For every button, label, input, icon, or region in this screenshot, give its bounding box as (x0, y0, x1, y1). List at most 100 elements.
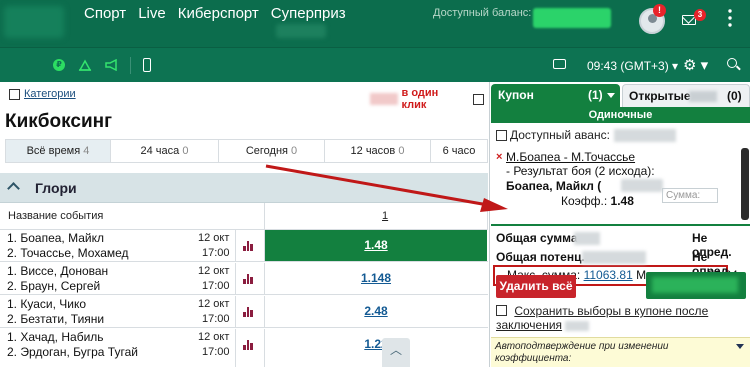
total-potential-label: Общая потенц. (496, 250, 585, 264)
scrollbar[interactable] (741, 148, 749, 220)
total-potential-blurred (582, 251, 646, 264)
save-selections-label-2: заключения (496, 318, 563, 332)
advance-checkbox[interactable] (496, 129, 507, 141)
caret-down-icon[interactable] (736, 344, 744, 349)
events-panel: Категории в один клик Кикбоксинг Всё вре… (0, 82, 488, 367)
page-title: Кикбоксинг (5, 111, 113, 132)
fighter-1[interactable]: 1. Виссе, Донован (7, 264, 108, 278)
event-time: 17:00 (202, 346, 230, 358)
stats-icon[interactable] (243, 340, 253, 350)
tab-open-bets[interactable]: Открытые (0) (622, 84, 750, 107)
fighter-1[interactable]: 1. Хачад, Набиль (7, 330, 104, 344)
oneclick-toggle[interactable]: в один клик (370, 87, 488, 111)
col-divider (235, 263, 236, 295)
main-nav: Спорт Live Киберспорт Суперприз (84, 5, 358, 22)
fighter-2[interactable]: 2. Эрдоган, Бугра Тугай (7, 345, 138, 359)
tab-coupon-label: Купон (498, 88, 534, 102)
nav-superprize[interactable]: Суперприз (271, 5, 346, 22)
mobile-icon[interactable] (143, 58, 151, 72)
stats-icon[interactable] (243, 241, 253, 251)
fighter-2[interactable]: 2. Безтати, Тияни (7, 312, 104, 326)
singles-header[interactable]: Одиночные (491, 107, 750, 123)
chat-icon[interactable] (553, 59, 566, 69)
categories-checkbox[interactable] (9, 88, 20, 100)
broadcast-icon[interactable] (78, 59, 92, 71)
event-time: 17:00 (202, 247, 230, 259)
remove-bet-icon[interactable]: × (496, 151, 502, 163)
tab-today[interactable]: Сегодня 0 (219, 140, 325, 162)
total-sum-blurred (574, 232, 600, 245)
stake-input[interactable]: Сумма: (662, 188, 718, 203)
tab-open-label: Открытые (629, 89, 691, 103)
nav-esports[interactable]: Киберспорт (178, 5, 259, 22)
coupon-tabs: Купон (1) Открытые (0) (490, 82, 750, 107)
tab-6h[interactable]: 6 часо (431, 140, 487, 162)
tab-open-blurred (689, 91, 717, 102)
chevron-up-icon[interactable] (7, 182, 20, 195)
gear-icon[interactable]: ⚙ ▾ (683, 56, 708, 74)
stats-icon[interactable] (243, 274, 253, 284)
tab-24h[interactable]: 24 часа 0 (111, 140, 219, 162)
stats-icon[interactable] (243, 307, 253, 317)
bet-match[interactable]: М.Боапеа - М.Точассье (506, 150, 635, 164)
max-stake-link[interactable]: 11063.81 (584, 268, 633, 282)
divider (491, 224, 750, 226)
bet-selection: Боапеа, Майкл ( (506, 179, 602, 193)
col-divider (235, 296, 236, 328)
total-sum-label: Общая сумма (496, 231, 578, 245)
place-bet-button[interactable] (646, 272, 746, 299)
col-divider (235, 230, 236, 262)
search-icon[interactable] (727, 58, 737, 68)
col-divider (487, 203, 488, 230)
save-blurred (565, 320, 590, 331)
league-name: Глори (35, 180, 77, 196)
top-header: Спорт Live Киберспорт Суперприз Доступны… (0, 0, 750, 47)
megaphone-icon[interactable] (104, 59, 120, 71)
nav-live[interactable]: Live (138, 5, 166, 22)
categories-link[interactable]: Категории (24, 88, 76, 100)
league-header[interactable]: Глори (0, 173, 488, 203)
col-event-name: Название события (8, 210, 104, 222)
fighter-1[interactable]: 1. Куаси, Чико (7, 297, 86, 311)
tab-coupon-count: (1) (588, 88, 603, 102)
fighter-2[interactable]: 2. Точассье, Мохамед (7, 246, 129, 260)
notification-badge: ! (653, 4, 666, 17)
fighter-1[interactable]: 1. Боапеа, Майкл (7, 231, 104, 245)
site-logo[interactable] (4, 6, 64, 38)
tab-12h[interactable]: 12 часов 0 (325, 140, 431, 162)
oneclick-label: в один клик (401, 87, 439, 111)
time-filter-tabs: Всё время 4 24 часа 0 Сегодня 0 12 часов… (5, 139, 488, 163)
save-selections-checkbox[interactable] (496, 305, 507, 316)
odd-cell[interactable]: 1.148 (265, 263, 487, 294)
scroll-to-top-button[interactable]: ︿ (382, 338, 410, 367)
delete-all-button[interactable]: Удалить всё (496, 275, 576, 298)
autoconfirm-select[interactable]: Автоподтверждение при изменении коэффици… (491, 337, 750, 367)
col-odd-1[interactable]: 1 (382, 210, 388, 222)
promo-icon[interactable]: ₽ (53, 59, 65, 71)
bet-market: - Результат боя (2 исхода): (506, 164, 655, 178)
odd-cell[interactable]: 2.48 (265, 296, 487, 327)
menu-dots-icon[interactable] (728, 9, 732, 27)
tab-all-time[interactable]: Всё время 4 (6, 140, 111, 162)
sub-toolbar: ₽ 09:43 (GMT+3) ▾ ⚙ ▾ (0, 47, 750, 82)
bet-coef: Коэфф.: 1.48 (561, 194, 634, 208)
table-row: 1. Виссе, Донован 2. Браун, Сергей 12 ок… (0, 263, 488, 295)
toolbar-divider (130, 57, 131, 74)
caret-down-icon[interactable] (607, 93, 615, 98)
categories-toggle[interactable]: Категории (9, 88, 76, 100)
event-date: 12 окт (198, 331, 230, 343)
nav-sport[interactable]: Спорт (84, 5, 126, 22)
oneclick-checkbox[interactable] (473, 93, 484, 105)
fighter-2[interactable]: 2. Браун, Сергей (7, 279, 100, 293)
advance-row[interactable]: Доступный аванс: (496, 128, 676, 142)
advance-blurred (613, 128, 676, 142)
save-selections-toggle[interactable]: Сохранить выборы в купоне после заключен… (496, 304, 708, 332)
odd-cell[interactable]: 1.22 (265, 329, 487, 360)
timezone-select[interactable]: 09:43 (GMT+3) ▾ (587, 59, 678, 73)
balance-value[interactable] (533, 8, 611, 28)
bet-coupon: Купон (1) Открытые (0) Одиночные Доступн… (489, 82, 750, 367)
odd-cell[interactable]: 1.48 (265, 230, 487, 261)
advance-label: Доступный аванс: (510, 128, 610, 142)
tab-coupon[interactable]: Купон (1) (491, 84, 620, 107)
balance-label: Доступный баланс: (433, 7, 532, 19)
